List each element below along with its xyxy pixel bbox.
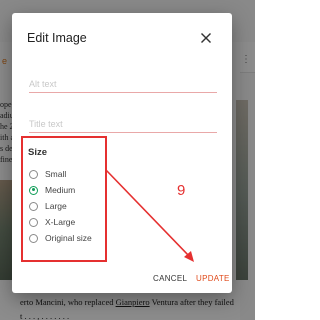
edit-image-dialog: Edit Image Size Small Medium Large X-Lar… bbox=[12, 13, 232, 293]
close-icon[interactable] bbox=[198, 30, 214, 46]
update-button[interactable]: UPDATE bbox=[196, 274, 230, 283]
dialog-title: Edit Image bbox=[27, 31, 87, 45]
annotation-highlight-box bbox=[21, 136, 107, 262]
annotation-step-number: 9 bbox=[177, 182, 186, 199]
title-text-input[interactable] bbox=[29, 116, 217, 133]
alt-text-input[interactable] bbox=[29, 76, 217, 93]
cancel-button[interactable]: CANCEL bbox=[153, 274, 187, 283]
